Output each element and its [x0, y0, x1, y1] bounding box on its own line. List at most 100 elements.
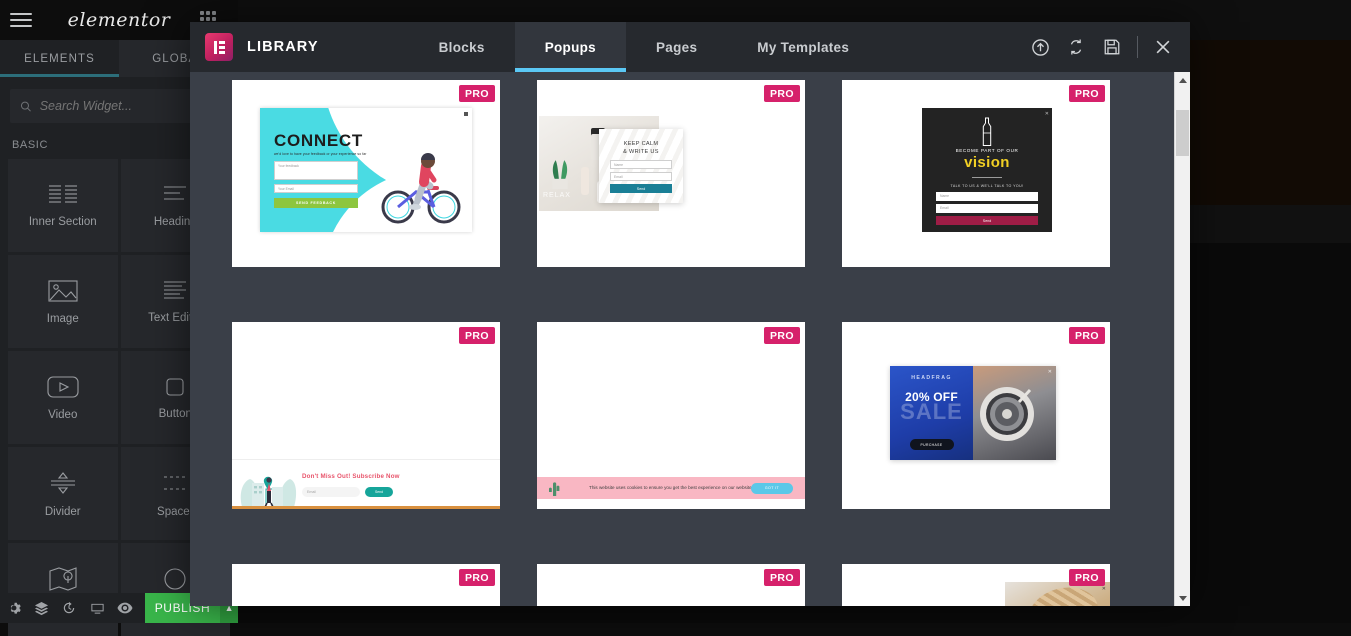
preview-email-placeholder: Email — [614, 175, 622, 179]
bottle — [581, 167, 589, 195]
button-icon — [161, 376, 189, 398]
history-icon[interactable] — [56, 601, 84, 615]
hamburger-menu-icon[interactable] — [10, 13, 32, 27]
widget-label: Inner Section — [29, 216, 97, 228]
widget-inner-section[interactable]: Inner Section — [8, 159, 118, 252]
widget-divider[interactable]: Divider — [8, 447, 118, 540]
library-header-actions — [1029, 36, 1190, 58]
preview-divider — [972, 177, 1002, 178]
tab-elements[interactable]: ELEMENTS — [0, 40, 119, 77]
divider-icon — [48, 470, 78, 496]
map-icon — [48, 566, 78, 592]
responsive-mode-icon[interactable] — [83, 601, 111, 616]
cyclist-illustration — [378, 152, 464, 226]
widget-label: Divider — [45, 506, 81, 518]
preview-product-photo: ✕ — [973, 366, 1056, 460]
preview-email-field: Email — [936, 204, 1038, 213]
header-divider — [1137, 36, 1138, 58]
library-title: LIBRARY — [247, 39, 319, 55]
elementor-logo-icon — [205, 33, 233, 61]
pro-badge: PRO — [1069, 327, 1105, 344]
preview-email-placeholder: Email — [307, 490, 316, 494]
preview-brand: HEADFRAG — [890, 375, 973, 381]
preview-tagline: TALK TO US & WE'LL TALK TO YOU! — [922, 184, 1052, 188]
widget-video[interactable]: Video — [8, 351, 118, 444]
preview-title-line1: KEEP CALM — [624, 141, 659, 147]
preview-textarea: Your feedback — [274, 161, 358, 180]
close-icon[interactable] — [1152, 36, 1174, 58]
library-scrollbar[interactable] — [1174, 72, 1190, 606]
preview-email-field: Your Email — [274, 184, 358, 193]
preview-title: CONNECT — [274, 131, 363, 151]
preview-name-field: Name — [936, 192, 1038, 201]
bottle-icon — [979, 117, 995, 147]
pro-badge: PRO — [764, 85, 800, 102]
preview-icon[interactable] — [111, 601, 139, 615]
heading-icon — [162, 184, 188, 206]
preview-close-icon — [464, 112, 468, 116]
library-header: LIBRARY Blocks Popups Pages My Templates — [190, 22, 1190, 72]
settings-icon[interactable] — [0, 601, 28, 615]
widget-label: Image — [47, 313, 79, 325]
text-editor-icon — [162, 280, 188, 302]
widget-image[interactable]: Image — [8, 255, 118, 348]
template-preview: ✕ BECOME PART OF OUR vision TALK TO US &… — [922, 108, 1052, 232]
scroll-up-arrow-icon[interactable] — [1175, 72, 1190, 88]
tab-popups[interactable]: Popups — [515, 22, 626, 72]
template-grid: PRO CONNECT we'd love to have your feedb… — [190, 72, 1174, 606]
preview-email-field: Email — [610, 172, 672, 181]
preview-submit-button: Send — [610, 184, 672, 193]
preview-subtitle: we'd love to have your feedback or your … — [274, 152, 384, 156]
pro-badge: PRO — [1069, 85, 1105, 102]
template-preview: Don't Miss Out! Subscribe Now Email Send — [232, 459, 500, 509]
template-preview: CONNECT we'd love to have your feedback … — [260, 108, 472, 232]
city-illustration — [238, 461, 300, 509]
tab-blocks[interactable]: Blocks — [409, 22, 515, 72]
video-icon — [47, 375, 79, 399]
preview-close-icon: ✕ — [1048, 369, 1052, 375]
preview-email-placeholder: Email — [940, 206, 948, 210]
preview-purchase-button: PURCHASE — [910, 439, 954, 450]
import-template-icon[interactable] — [1029, 36, 1051, 58]
pro-badge: PRO — [1069, 569, 1105, 586]
plant-illustration — [547, 155, 573, 189]
search-icon — [20, 100, 32, 113]
template-card[interactable]: PRO This website uses cookies to ensure … — [537, 322, 805, 509]
template-card[interactable]: PRO CONNECT we'd love to have your feedb… — [232, 80, 500, 267]
preview-accept-button: GOT IT — [751, 483, 793, 494]
photo-caption: RELAX — [543, 192, 571, 199]
preview-name-placeholder: Name — [614, 163, 623, 167]
template-card[interactable]: PRO ✕ — [232, 564, 500, 606]
preview-close-icon: ✕ — [1102, 586, 1106, 592]
tab-my-templates[interactable]: My Templates — [727, 22, 879, 72]
library-tabs: Blocks Popups Pages My Templates — [409, 22, 880, 72]
navigator-icon[interactable] — [28, 601, 56, 616]
template-card[interactable]: PRO RELAX KEE — [537, 80, 805, 267]
template-card[interactable]: PRO — [537, 564, 805, 606]
preview-title-line2: & WRITE US — [623, 149, 659, 155]
columns-icon — [48, 184, 78, 206]
preview-kicker: BECOME PART OF OUR — [922, 148, 1052, 153]
spacer-icon — [160, 470, 190, 496]
template-card[interactable]: PRO — [232, 322, 500, 509]
template-preview: This website uses cookies to ensure you … — [537, 477, 805, 499]
image-icon — [48, 279, 78, 303]
save-template-icon[interactable] — [1101, 36, 1123, 58]
scrollbar-thumb[interactable] — [1176, 110, 1189, 156]
preview-ground-strip — [232, 506, 500, 509]
scroll-down-arrow-icon[interactable] — [1175, 590, 1190, 606]
tab-pages[interactable]: Pages — [626, 22, 727, 72]
sync-library-icon[interactable] — [1065, 36, 1087, 58]
widget-label: Spacer — [157, 506, 193, 518]
preview-headline: vision — [922, 154, 1052, 171]
pro-badge: PRO — [764, 569, 800, 586]
preview-name-placeholder: Name — [940, 194, 949, 198]
template-card[interactable]: PRO ✕ BECOME PART OF OUR vision TALK TO … — [842, 80, 1110, 267]
preview-textarea-placeholder: Your feedback — [278, 164, 299, 168]
preview-name-field: Name — [610, 160, 672, 169]
pro-badge: PRO — [459, 327, 495, 344]
preview-close-icon: ✕ — [1045, 111, 1049, 117]
template-card[interactable]: PRO HEADFRAG SALE 20% OFF PURCHASE ✕ — [842, 322, 1110, 509]
preview-title: KEEP CALM & WRITE US — [599, 140, 683, 157]
template-card[interactable]: PRO ✕ — [842, 564, 1110, 606]
